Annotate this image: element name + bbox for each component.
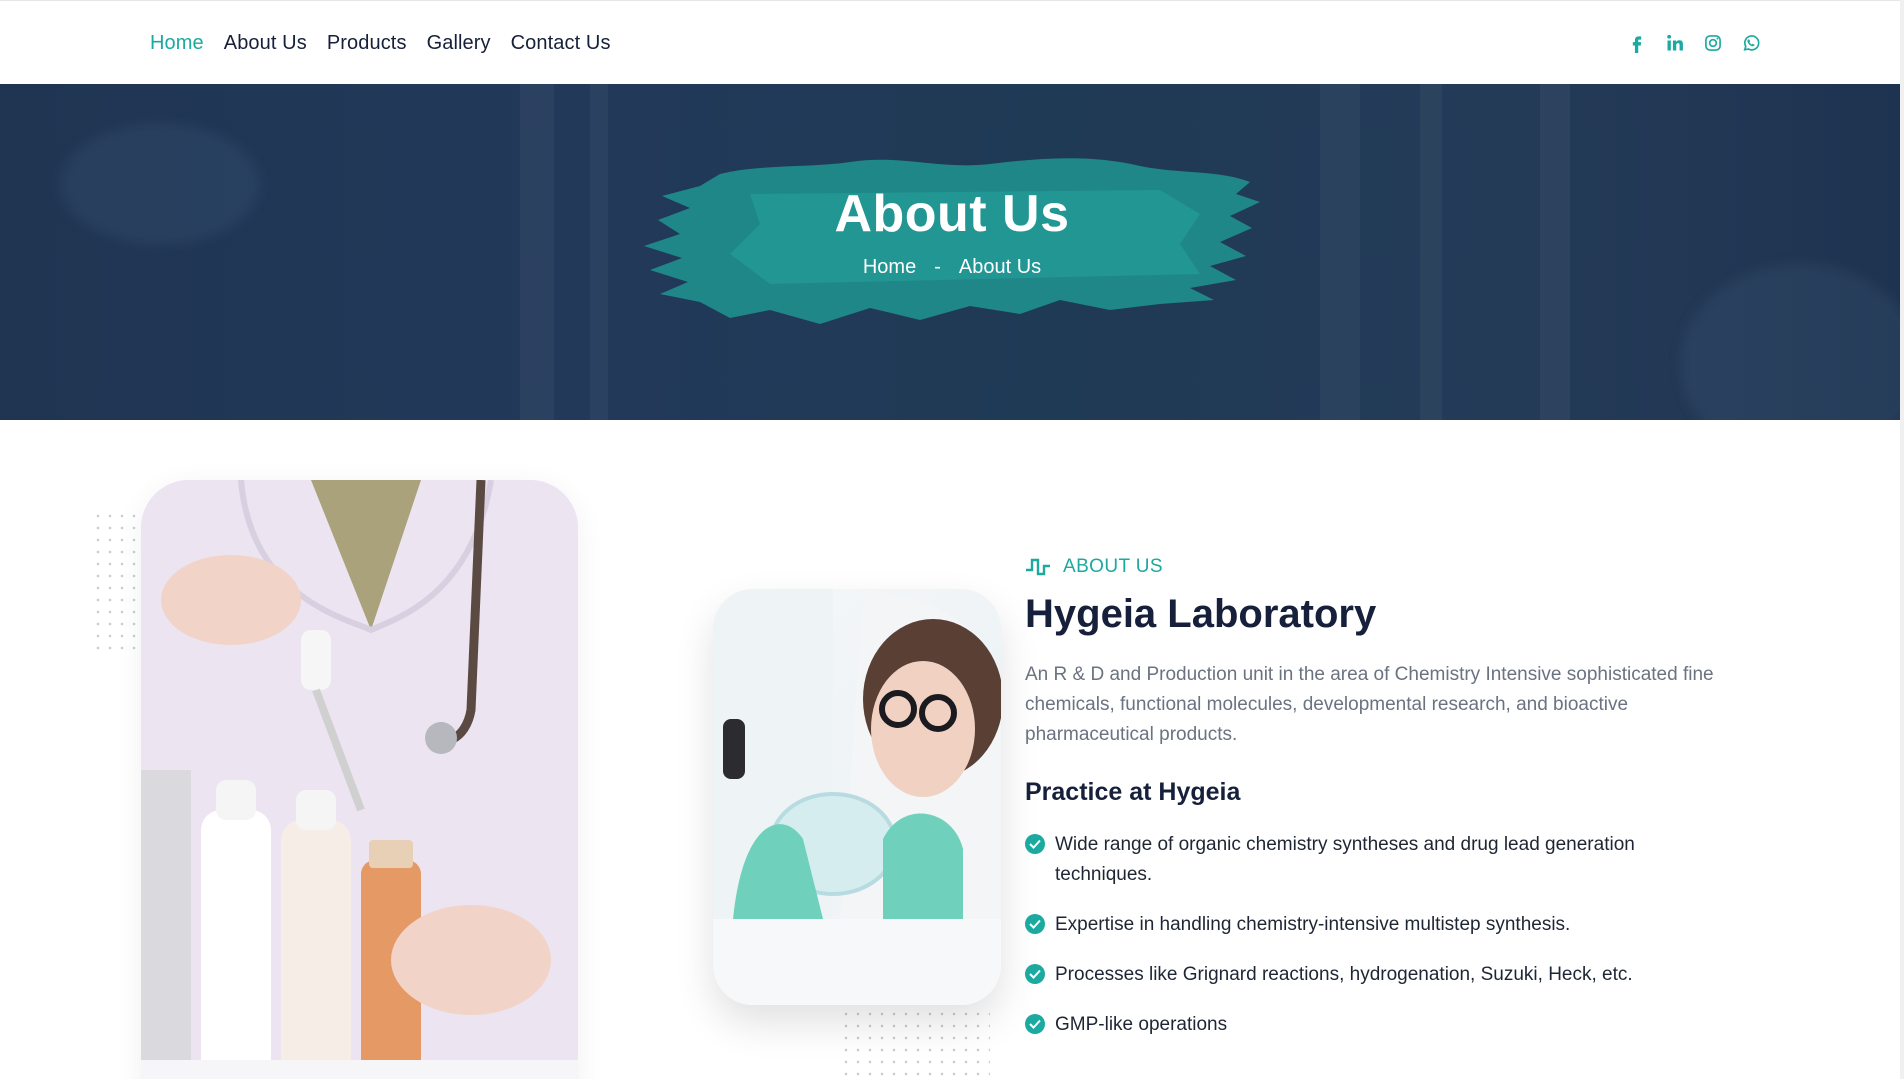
section-tag-label: ABOUT US [1063,556,1163,577]
lab-dropper-photo [141,480,578,1079]
banner-bg-detail [1420,84,1442,420]
social-links [1626,1,1762,85]
main-menu: Home About Us Products Gallery Contact U… [150,1,611,85]
list-item: Wide range of organic chemistry synthese… [1025,830,1725,890]
list-item-text: GMP-like operations [1055,1014,1228,1035]
list-item-text: Processes like Grignard reactions, hydro… [1055,964,1633,985]
list-item-text: Wide range of organic chemistry synthese… [1055,834,1635,885]
menu-item-gallery: Gallery [427,32,491,55]
menu-item-home: Home [150,32,204,55]
page-scrollbar[interactable] [1900,0,1904,1079]
top-navbar: Home About Us Products Gallery Contact U… [0,0,1904,84]
breadcrumb-current: About Us [958,256,1042,278]
check-circle-icon [1025,914,1045,934]
about-heading: Hygeia Laboratory [1025,592,1377,636]
menu-item-products: Products [327,32,407,55]
instagram-icon[interactable] [1702,32,1724,54]
menu-link-gallery[interactable]: Gallery [427,32,491,54]
banner-bg-detail [1320,84,1360,420]
check-circle-icon [1025,834,1045,854]
menu-link-contact[interactable]: Contact Us [511,32,611,54]
menu-link-about[interactable]: About Us [224,32,307,54]
list-item-text: Expertise in handling chemistry-intensiv… [1055,914,1571,935]
scientist-petri-dish-photo [713,589,1001,1005]
page-banner: About Us Home - About Us [0,84,1904,420]
banner-bg-detail [1680,264,1904,420]
check-circle-icon [1025,1014,1045,1034]
banner-bg-detail [590,84,608,420]
facebook-icon[interactable] [1626,32,1648,54]
practice-list: Wide range of organic chemistry synthese… [1025,830,1725,1060]
section-tag: ABOUT US [1025,556,1163,578]
breadcrumb-home-link[interactable]: Home [863,256,916,279]
menu-link-products[interactable]: Products [327,32,407,54]
whatsapp-icon[interactable] [1740,32,1762,54]
linkedin-icon[interactable] [1664,32,1686,54]
banner-bg-detail [1540,84,1570,420]
list-item: GMP-like operations [1025,1010,1725,1040]
list-item: Processes like Grignard reactions, hydro… [1025,960,1725,990]
breadcrumb-separator: - [934,256,941,278]
list-item: Expertise in handling chemistry-intensiv… [1025,910,1725,940]
pulse-icon [1026,558,1050,576]
practice-subheading: Practice at Hygeia [1025,778,1241,806]
banner-title: About Us [834,185,1070,243]
check-circle-icon [1025,964,1045,984]
breadcrumb: Home - About Us [0,256,1904,279]
decorative-dot-grid [840,1008,990,1076]
banner-bg-detail [520,84,554,420]
menu-item-contact: Contact Us [511,32,611,55]
menu-link-home[interactable]: Home [150,32,204,54]
about-description: An R & D and Production unit in the area… [1025,664,1714,745]
decorative-dot-grid [92,510,140,650]
menu-item-about: About Us [224,32,307,55]
